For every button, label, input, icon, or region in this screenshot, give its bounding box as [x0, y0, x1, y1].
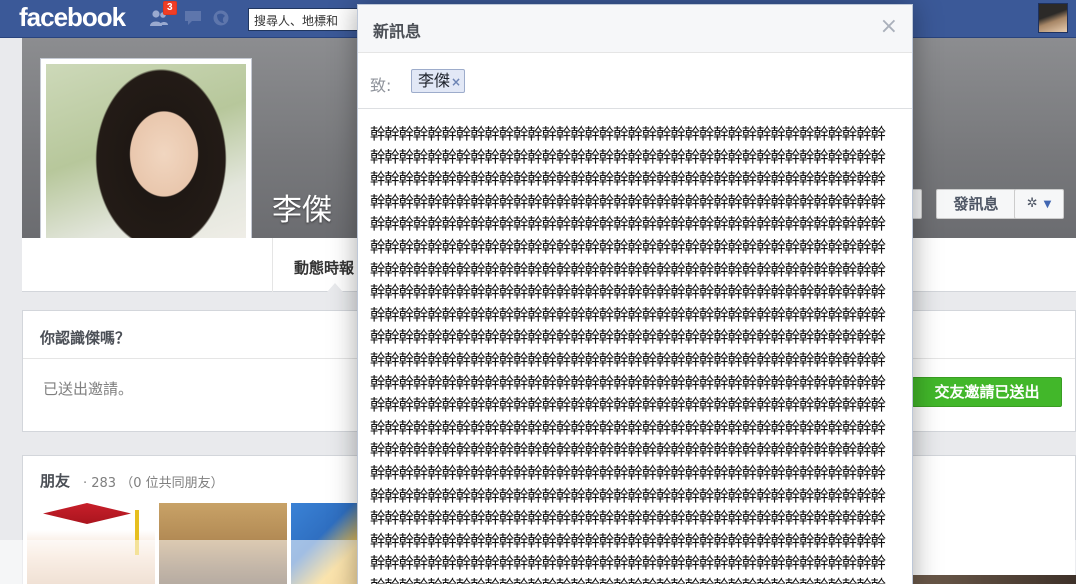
send-message-button[interactable]: 發訊息 [936, 189, 1016, 219]
messages-icon[interactable] [183, 9, 203, 27]
facebook-logo[interactable]: facebook [19, 2, 126, 33]
settings-dropdown-button[interactable]: ✲ ▼ [1014, 189, 1064, 219]
search-input[interactable]: 搜尋人、地標和 [248, 8, 368, 31]
partial-image [912, 575, 1076, 584]
user-avatar[interactable] [1038, 3, 1068, 33]
active-tab-indicator [327, 283, 343, 292]
chevron-down-icon: ▼ [1043, 199, 1052, 210]
friends-count: · 283 （0 位共同朋友） [83, 476, 224, 491]
new-message-dialog: 新訊息 × 致: 李傑 × 幹幹幹幹幹幹幹幹幹幹幹幹幹幹幹幹幹幹幹幹幹幹幹幹幹幹… [357, 4, 913, 584]
to-label: 致: [370, 76, 392, 95]
dialog-header: 新訊息 × [358, 5, 912, 53]
invitation-sent-text: 已送出邀請。 [43, 380, 134, 398]
friend-requests-count-badge: 3 [163, 1, 177, 15]
gear-icon: ✲ [1026, 196, 1038, 211]
recipient-name: 李傑 [418, 71, 451, 90]
recipient-token[interactable]: 李傑 × [411, 69, 466, 93]
message-body-textarea[interactable]: 幹幹幹幹幹幹幹幹幹幹幹幹幹幹幹幹幹幹幹幹幹幹幹幹幹幹幹幹幹幹幹幹幹幹幹幹幹幹幹幹… [370, 123, 890, 584]
friends-title[interactable]: 朋友 [40, 470, 70, 491]
tab-timeline[interactable]: 動態時報 [294, 257, 354, 278]
know-person-title: 你認識傑嗎？ [40, 329, 131, 347]
friend-request-sent-button[interactable]: 交友邀請已送出 [912, 377, 1062, 407]
profile-name[interactable]: 李傑 [272, 185, 332, 229]
remove-recipient-icon[interactable]: × [451, 71, 461, 93]
notifications-icon[interactable] [211, 9, 231, 27]
nav-divider [272, 238, 273, 292]
dialog-title: 新訊息 [373, 22, 422, 41]
close-icon[interactable]: × [880, 16, 898, 38]
profile-picture-image [46, 64, 246, 264]
